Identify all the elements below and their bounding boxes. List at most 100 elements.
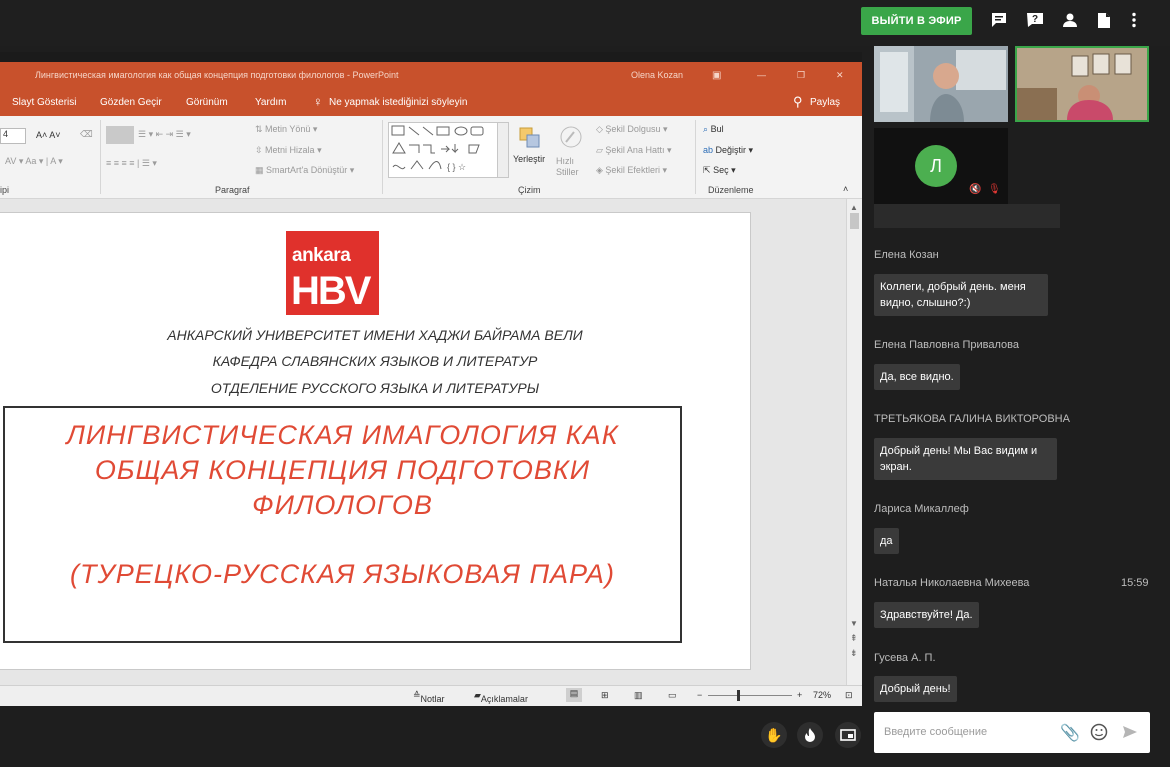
fit-to-window-icon[interactable]: ⊡ [845,690,853,701]
chat-message: Добрый день! [874,676,957,702]
slideshow-icon[interactable]: ▭ [668,690,677,701]
slide-title-line-1: ЛИНГВИСТИЧЕСКАЯ ИМАГОЛОГИЯ КАК [66,420,619,450]
prev-slide-icon[interactable]: ⇞ [850,633,858,644]
zoom-out-icon[interactable]: − [697,690,702,700]
arrange-icon[interactable] [518,126,542,150]
zoom-slider[interactable] [708,695,792,696]
find-button[interactable]: ⌕ Bul [703,124,724,135]
select-button[interactable]: ⇱ Seç ▾ [703,165,736,176]
user-name: Olena Kozan [631,70,684,80]
scroll-thumb[interactable] [850,213,859,229]
muted-mic-icon: 🎙 [988,184,1001,195]
char-spacing-icon[interactable]: AV ▾ Aa ▾ | A ▾ [5,156,63,167]
tell-me-search[interactable]: Ne yapmak istediğinizi söyleyin [329,97,467,108]
status-bar: ≙ Notlar ▰ Açıklamalar ▤ ⊞ ▥ ▭ − + 72% ⊡ [0,685,862,706]
normal-view-icon[interactable]: ▤ [566,688,582,702]
menu-view[interactable]: Görünüm [186,97,228,108]
scroll-down-icon[interactable]: ▼ [850,619,858,628]
menu-help[interactable]: Yardım [255,97,287,108]
send-icon[interactable] [1122,724,1138,745]
message-placeholder: Введите сообщение [884,726,988,738]
share-button[interactable]: Paylaş [810,97,840,108]
replace-icon: ab [703,145,714,155]
reaction-fire-icon[interactable] [797,722,823,748]
slide-subtitle: (ТУРЕЦКО-РУССКАЯ ЯЗЫКОВАЯ ПАРА) [70,559,615,589]
clear-format-icon[interactable]: ⌫ [80,129,93,140]
menu-slide-show[interactable]: Slayt Gösterisi [12,97,76,108]
help-icon[interactable]: ? [1025,10,1045,30]
restore-ribbon-icon[interactable]: ▣ [712,70,721,81]
shape-effects-button[interactable]: ◈ Şekil Efektleri ▾ [596,165,667,176]
file-icon[interactable] [1094,10,1114,30]
participant-video-1[interactable] [874,46,1008,122]
close-icon[interactable]: ✕ [836,70,844,81]
shape-fill-button[interactable]: ◇ Şekil Dolgusu ▾ [596,124,667,135]
zoom-slider-thumb[interactable] [737,690,740,701]
comments-button[interactable]: ▰ Açıklamalar [474,690,528,704]
avatar: Л [915,145,957,187]
shape-outline-button[interactable]: ▱ Şekil Ana Hattı ▾ [596,145,672,156]
window-title: Лингвистическая имагология как общая кон… [35,70,399,80]
participant-video-2-active[interactable] [1015,46,1149,122]
reading-view-icon[interactable]: ▥ [634,690,643,701]
logo-text-top: ankara [292,245,351,266]
zoom-level[interactable]: 72% [813,690,831,700]
chat-author: Гусева А. П. [874,652,936,664]
svg-text:{ } ☆: { } ☆ [447,162,466,172]
muted-speaker-icon: 🔇 [969,184,982,195]
quick-styles-icon[interactable] [558,124,584,150]
chat-icon[interactable] [990,10,1010,30]
numbering-icon[interactable]: ☰ ▾ ⇤ ⇥ ☰ ▾ [138,129,191,140]
chat-message: да [874,528,899,554]
grow-font-icon[interactable]: A˄ A˅ [36,130,61,140]
collapse-ribbon-icon[interactable]: ˄ [843,184,848,194]
maximize-icon[interactable]: ❐ [797,70,805,81]
search-icon: ⌕ [703,124,709,134]
font-size-box[interactable]: 4 [0,128,26,144]
cursor-icon: ⇱ [703,165,711,175]
minimize-icon[interactable]: — [757,70,766,80]
slide-sorter-icon[interactable]: ⊞ [601,690,609,701]
chat-timestamp: 15:59 [1121,577,1149,589]
text-direction-button[interactable]: ⇅ Metin Yönü ▾ [255,124,317,135]
quick-styles-button[interactable]: Hızlı Stiller [556,156,592,178]
chat-message: Коллеги, добрый день. меня видно, слышно… [874,274,1048,316]
shapes-gallery-scroll[interactable] [497,122,509,178]
bullets-button[interactable] [106,126,134,144]
chat-message: Здравствуйте! Да. [874,602,979,628]
attach-icon[interactable]: 📎 [1060,723,1080,743]
powerpoint-title-bar: Лингвистическая имагология как общая кон… [0,62,862,88]
share-person-icon: ⚲ [793,94,803,109]
slide-header-department: КАФЕДРА СЛАВЯНСКИХ ЯЗЫКОВ И ЛИТЕРАТУР [212,353,538,369]
chat-message: Добрый день! Мы Вас видим и экран. [874,438,1057,480]
smartart-button[interactable]: ▦ SmartArt'a Dönüştür ▾ [255,165,354,176]
more-icon[interactable] [1124,10,1144,30]
slide-title-line-2: ОБЩАЯ КОНЦЕПЦИЯ ПОДГОТОВКИ [94,455,591,485]
arrange-button[interactable]: Yerleştir [513,154,545,164]
previous-message-clipped [874,204,1060,228]
message-input[interactable]: Введите сообщение 📎 [874,712,1150,753]
raise-hand-icon[interactable]: ✋ [761,722,787,748]
chat-author: ТРЕТЬЯКОВА ГАЛИНА ВИКТОРОВНА [874,413,1070,425]
shapes-gallery[interactable]: { } ☆ [388,122,508,178]
slide-header-university: АНКАРСКИЙ УНИВЕРСИТЕТ ИМЕНИ ХАДЖИ БАЙРАМ… [167,327,583,343]
slide-title-line-3: ФИЛОЛОГОВ [252,490,433,520]
university-logo: ankara HBV [286,231,379,315]
notes-button[interactable]: ≙ Notlar [413,690,445,704]
vertical-scrollbar[interactable]: ▲ ▼ ⇞ ⇟ [846,199,863,685]
picture-in-picture-icon[interactable] [835,722,861,748]
drawing-group-label: Çizim [518,185,541,195]
participant-video-3[interactable]: Л 🔇 🎙 [874,128,1008,204]
next-slide-icon[interactable]: ⇟ [850,648,858,659]
go-live-button[interactable]: ВЫЙТИ В ЭФИР [861,7,972,35]
paragraph-group-label: Paragraf [215,185,250,195]
replace-button[interactable]: ab Değiştir ▾ [703,145,753,156]
align-text-button[interactable]: ⇳ Metni Hizala ▾ [255,145,322,156]
person-icon[interactable] [1060,10,1080,30]
ribbon: 4 A˄ A˅ ⌫ AV ▾ Aa ▾ | A ▾ ipi ☰ ▾ ⇤ ⇥ ☰ … [0,116,862,199]
emoji-icon[interactable] [1090,723,1108,746]
scroll-up-icon[interactable]: ▲ [850,203,858,212]
zoom-in-icon[interactable]: + [797,690,802,700]
menu-review[interactable]: Gözden Geçir [100,97,162,108]
align-icons[interactable]: ≡ ≡ ≡ ≡ | ☰ ▾ [106,158,157,169]
